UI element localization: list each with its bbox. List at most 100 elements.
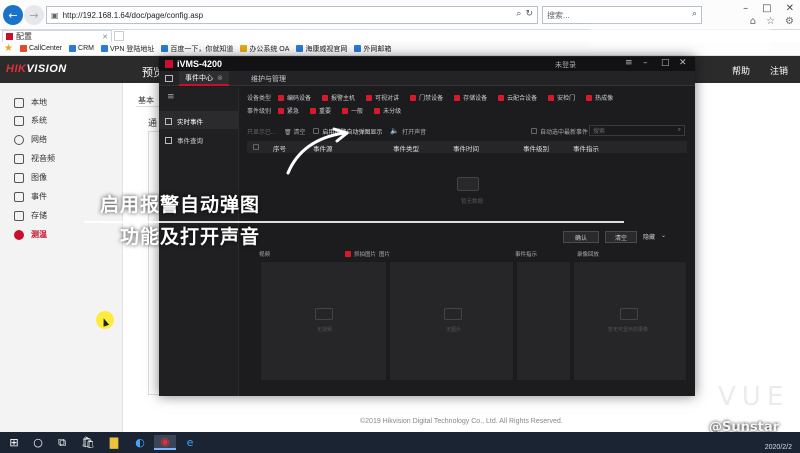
favorites-star-icon[interactable]: ★ <box>4 43 13 54</box>
col-type[interactable]: 事件类型 <box>393 143 419 153</box>
hide-dropdown[interactable]: 隐藏 ⌄ <box>643 232 666 241</box>
windows-start-icon[interactable]: ⊞ <box>4 435 24 450</box>
checkbox-encoding[interactable]: 编码设备 <box>278 93 311 102</box>
checkbox-alarm-host[interactable]: 报警主机 <box>322 93 355 102</box>
sidebar-item-system[interactable]: 系统 <box>14 115 47 126</box>
checkbox-label: 热成像 <box>595 96 614 102</box>
auto-select-toggle[interactable]: 自动选中最新事件 <box>531 127 588 136</box>
fav-item[interactable]: CRM <box>69 45 94 52</box>
cortana-icon[interactable]: ○ <box>28 435 48 450</box>
search-icon[interactable]: ⌕ <box>692 9 697 19</box>
checkbox-urgent[interactable]: 紧急 <box>278 106 299 115</box>
checkbox-normal[interactable]: 一般 <box>342 106 363 115</box>
image-icon <box>14 172 24 183</box>
system-tray[interactable]: 2020/2/2 <box>765 434 792 452</box>
sidebar-item-video-audio[interactable]: 视音频 <box>14 153 55 164</box>
head-photo: 抓拍图片 <box>354 252 377 258</box>
checkbox-storage[interactable]: 存储设备 <box>454 93 487 102</box>
close-window-button[interactable]: ✕ <box>786 3 794 14</box>
maximize-button[interactable]: □ <box>762 3 771 14</box>
sidebar-item-local[interactable]: 本地 <box>14 97 47 108</box>
tab-basic-fragment[interactable]: 基本 <box>138 95 154 106</box>
new-tab-button[interactable] <box>114 31 124 41</box>
nav-event-search[interactable]: 事件查询 <box>165 135 203 145</box>
search-input[interactable]: 搜索... ⌕ <box>542 6 702 24</box>
sidebar-item-storage[interactable]: 存储 <box>14 210 47 221</box>
only-show-fragment[interactable]: 只显示已... <box>247 127 276 136</box>
sidebar-item-image[interactable]: 图像 <box>14 172 47 183</box>
sidebar-item-event[interactable]: 事件 <box>14 191 47 202</box>
ivms-titlebar: iVMS-4200 未登录 ≡ – □ ✕ <box>159 57 695 71</box>
ivms-minimize-button[interactable]: – <box>643 58 648 68</box>
fav-item[interactable]: 外网邮箱 <box>354 44 391 54</box>
fav-item[interactable]: CallCenter <box>19 45 62 52</box>
minimize-button[interactable]: – <box>743 3 748 14</box>
store-icon[interactable]: 🛍 <box>78 435 98 450</box>
caption-line-2: 功能及打开声音 <box>120 226 261 248</box>
fav-item[interactable]: 办公系统 OA <box>240 44 289 54</box>
sidebar-item-network[interactable]: 网络 <box>14 134 47 145</box>
col-indicator[interactable]: 事件指示 <box>573 143 599 153</box>
home-icon[interactable] <box>165 75 173 82</box>
col-level[interactable]: 事件级别 <box>523 143 549 153</box>
search-dropdown-icon[interactable]: ⌕ <box>516 9 521 19</box>
close-tab-icon[interactable]: ✕ <box>102 33 108 41</box>
gear-icon[interactable]: ⚙ <box>785 16 794 27</box>
checkbox-checked <box>366 94 373 101</box>
close-tab-icon[interactable]: ⊗ <box>217 74 223 82</box>
fav-label: VPN 登陆地址 <box>110 45 155 53</box>
fav-favicon <box>240 45 248 52</box>
checkbox-checked <box>345 251 351 257</box>
checkbox-checked <box>310 107 317 114</box>
refresh-icon[interactable]: ↻ <box>525 9 533 19</box>
ivms-user[interactable]: 未登录 <box>555 60 576 70</box>
checkbox-thermal[interactable]: 热成像 <box>586 93 613 102</box>
nav-realtime-events[interactable]: 实时事件 <box>165 116 203 126</box>
clear-button[interactable]: 清空 <box>605 231 637 243</box>
divider <box>136 106 159 107</box>
ack-button[interactable]: 确认 <box>563 231 599 243</box>
sound-toggle[interactable]: 🔈 打开声音 <box>390 127 426 136</box>
web-sidebar: 本地 系统 网络 视音频 图像 事件 存储 测温 <box>0 83 123 432</box>
edge-icon[interactable]: ◐ <box>130 435 150 450</box>
tab-maintenance[interactable]: 维护与管理 <box>245 71 292 86</box>
fav-item[interactable]: 百度一下，你就知道 <box>161 44 233 54</box>
select-all-checkbox[interactable] <box>253 144 259 150</box>
logout-link[interactable]: 注销 <box>770 64 788 77</box>
tab-config[interactable]: 配置 ✕ <box>2 30 112 42</box>
caption-line-1: 启用报警自动弹图 <box>100 194 261 216</box>
hikvision-logo: HIKVISION <box>6 63 67 75</box>
sidebar-item-thermometry[interactable]: 测温 <box>14 229 47 240</box>
fav-item[interactable]: 海康威视官网 <box>296 44 347 54</box>
filter-label: 设备类型 <box>247 96 272 102</box>
col-time[interactable]: 事件时间 <box>453 143 479 153</box>
checkbox-access[interactable]: 门禁设备 <box>410 93 443 102</box>
ivms-menu-icon[interactable]: ≡ <box>625 58 633 68</box>
checkbox-important[interactable]: 重要 <box>310 106 331 115</box>
checkbox-security-gate[interactable]: 安检门 <box>548 93 575 102</box>
search-icon[interactable]: ⌕ <box>678 126 681 134</box>
checkbox-intercom[interactable]: 可视对讲 <box>366 93 399 102</box>
checkbox-cloud[interactable]: 云配合设备 <box>498 93 537 102</box>
explorer-icon[interactable]: ▇ <box>104 435 124 450</box>
forward-button[interactable]: → <box>24 5 44 25</box>
globe-icon <box>14 134 24 145</box>
checkbox-unclassified[interactable]: 未分级 <box>374 106 401 115</box>
photo-toggle[interactable]: 抓拍图片 图片 <box>345 250 390 258</box>
checkbox-checked <box>498 94 505 101</box>
fav-item[interactable]: VPN 登陆地址 <box>101 44 154 54</box>
collapse-menu-icon[interactable]: ≡ <box>167 92 175 102</box>
tab-event-center[interactable]: 事件中心 ⊗ <box>179 71 229 86</box>
ivms-maximize-button[interactable]: □ <box>661 58 670 68</box>
checkbox-checked <box>454 94 461 101</box>
back-button[interactable]: ← <box>3 5 23 25</box>
ivms-taskbar-icon[interactable]: ◉ <box>154 435 176 450</box>
help-link[interactable]: 帮助 <box>732 64 750 77</box>
task-view-icon[interactable]: ⧉ <box>52 435 72 450</box>
video-icon <box>14 153 24 164</box>
address-bar[interactable]: ▣ http://192.168.1.64/doc/page/config.as… <box>46 6 538 24</box>
sidebar-label: 视音频 <box>31 154 55 163</box>
event-search-input[interactable]: 搜索 ⌕ <box>589 125 685 136</box>
ie-icon[interactable]: e <box>180 435 200 450</box>
ivms-close-button[interactable]: ✕ <box>679 58 687 68</box>
